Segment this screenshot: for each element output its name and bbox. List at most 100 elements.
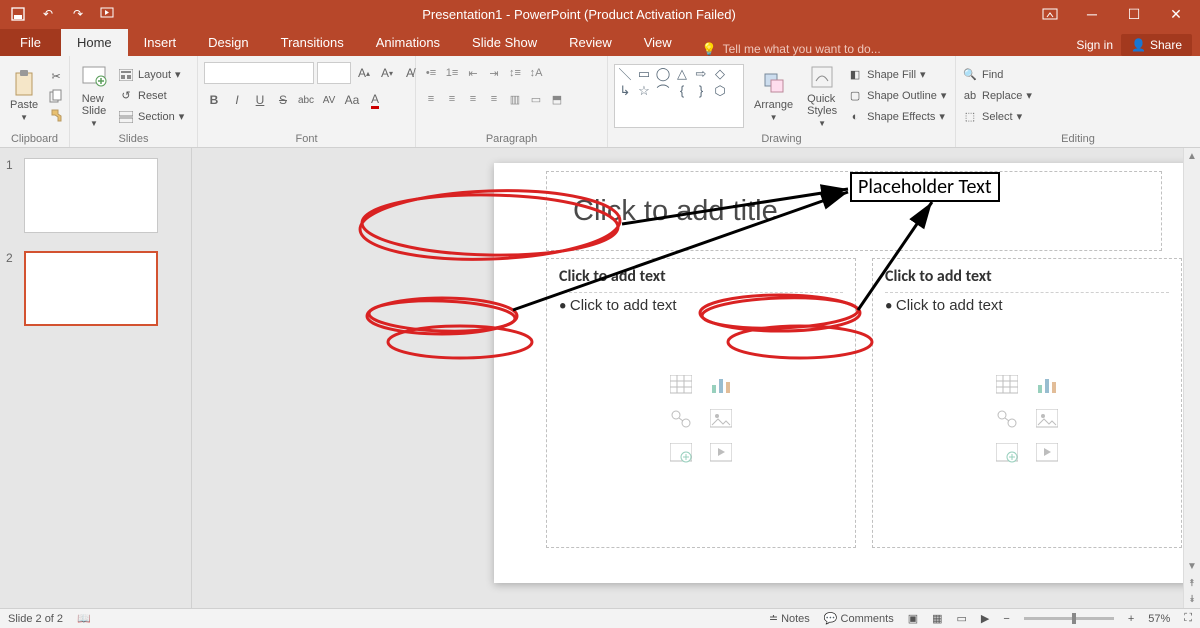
justify-icon[interactable]: ≡ bbox=[485, 90, 503, 108]
tab-view[interactable]: View bbox=[628, 29, 688, 56]
insert-picture-icon[interactable] bbox=[710, 409, 732, 429]
zoom-out-button[interactable]: − bbox=[1003, 613, 1009, 625]
thumb-preview[interactable] bbox=[24, 158, 158, 233]
tab-review[interactable]: Review bbox=[553, 29, 628, 56]
insert-online-picture-icon[interactable] bbox=[996, 443, 1018, 463]
undo-icon[interactable]: ↶ bbox=[38, 4, 58, 24]
redo-icon[interactable]: ↷ bbox=[68, 4, 88, 24]
increase-font-icon[interactable]: A▴ bbox=[354, 63, 374, 83]
scroll-up-icon[interactable]: ▲ bbox=[1184, 148, 1200, 165]
shape-effects-button[interactable]: ◐Shape Effects ▾ bbox=[847, 108, 946, 126]
slide[interactable]: Click to add title Click to add text • C… bbox=[494, 163, 1200, 583]
scroll-track[interactable] bbox=[1184, 165, 1200, 558]
slide-indicator[interactable]: Slide 2 of 2 bbox=[8, 613, 63, 625]
content-placeholder-right[interactable]: Click to add text • Click to add text bbox=[872, 258, 1182, 548]
content-placeholder-left[interactable]: Click to add text • Click to add text bbox=[546, 258, 856, 548]
normal-view-icon[interactable]: ▣ bbox=[908, 612, 918, 625]
insert-table-icon[interactable] bbox=[996, 375, 1018, 395]
save-icon[interactable] bbox=[8, 4, 28, 24]
insert-video-icon[interactable] bbox=[1036, 443, 1058, 463]
insert-video-icon[interactable] bbox=[710, 443, 732, 463]
insert-chart-icon[interactable] bbox=[710, 375, 732, 395]
slide-sorter-view-icon[interactable]: ▦ bbox=[932, 612, 942, 625]
decrease-font-icon[interactable]: A▾ bbox=[377, 63, 397, 83]
next-slide-icon[interactable]: ⯯ bbox=[1184, 591, 1200, 608]
scroll-down-icon[interactable]: ▼ bbox=[1184, 558, 1200, 575]
tab-transitions[interactable]: Transitions bbox=[265, 29, 360, 56]
layout-button[interactable]: Layout ▾ bbox=[118, 66, 184, 84]
tab-home[interactable]: Home bbox=[61, 29, 128, 56]
section-button[interactable]: Section ▾ bbox=[118, 108, 184, 126]
align-center-icon[interactable]: ≡ bbox=[443, 90, 461, 108]
start-from-beginning-icon[interactable] bbox=[98, 4, 118, 24]
copy-icon[interactable] bbox=[48, 88, 64, 104]
maximize-button[interactable]: ☐ bbox=[1116, 1, 1152, 27]
slideshow-view-icon[interactable]: ▶ bbox=[981, 612, 989, 625]
insert-table-icon[interactable] bbox=[670, 375, 692, 395]
insert-chart-icon[interactable] bbox=[1036, 375, 1058, 395]
tab-animations[interactable]: Animations bbox=[360, 29, 456, 56]
align-text-icon[interactable]: ▭ bbox=[527, 90, 545, 108]
thumbnail-2[interactable]: 2 bbox=[6, 251, 185, 326]
share-button[interactable]: 👤Share bbox=[1121, 34, 1192, 56]
tab-design[interactable]: Design bbox=[192, 29, 264, 56]
close-button[interactable]: ✕ bbox=[1158, 1, 1194, 27]
sign-in-link[interactable]: Sign in bbox=[1076, 38, 1113, 52]
font-size-combo[interactable] bbox=[317, 62, 351, 84]
zoom-level[interactable]: 57% bbox=[1148, 613, 1170, 625]
change-case-icon[interactable]: Aa bbox=[342, 90, 362, 110]
numbering-icon[interactable]: 1≡ bbox=[443, 64, 461, 82]
underline-button[interactable]: U bbox=[250, 90, 270, 110]
decrease-indent-icon[interactable]: ⇤ bbox=[464, 64, 482, 82]
bullets-icon[interactable]: •≡ bbox=[422, 64, 440, 82]
insert-smartart-icon[interactable] bbox=[996, 409, 1018, 429]
shadow-button[interactable]: abc bbox=[296, 90, 316, 110]
format-painter-icon[interactable] bbox=[48, 107, 64, 123]
spellcheck-icon[interactable]: 📖 bbox=[77, 612, 91, 625]
strikethrough-button[interactable]: S bbox=[273, 90, 293, 110]
shapes-gallery[interactable]: ＼ ▭ ◯ △ ⇨ ◇ ↳ ☆ ⌒ { } ⬡ bbox=[614, 64, 744, 128]
ribbon-display-icon[interactable] bbox=[1032, 1, 1068, 27]
reset-button[interactable]: ↺Reset bbox=[118, 87, 184, 105]
replace-button[interactable]: abReplace ▾ bbox=[962, 87, 1032, 105]
insert-smartart-icon[interactable] bbox=[670, 409, 692, 429]
insert-online-picture-icon[interactable] bbox=[670, 443, 692, 463]
align-left-icon[interactable]: ≡ bbox=[422, 90, 440, 108]
columns-icon[interactable]: ▥ bbox=[506, 90, 524, 108]
find-button[interactable]: 🔍Find bbox=[962, 66, 1032, 84]
text-direction-icon[interactable]: ↕A bbox=[527, 64, 545, 82]
zoom-in-button[interactable]: + bbox=[1128, 613, 1134, 625]
font-color-icon[interactable]: A bbox=[365, 90, 385, 110]
shape-fill-button[interactable]: ◧Shape Fill ▾ bbox=[847, 66, 946, 84]
tab-slideshow[interactable]: Slide Show bbox=[456, 29, 553, 56]
new-slide-button[interactable]: New Slide ▼ bbox=[76, 61, 112, 130]
paste-button[interactable]: Paste ▼ bbox=[6, 67, 42, 124]
thumb-preview[interactable] bbox=[24, 251, 158, 326]
increase-indent-icon[interactable]: ⇥ bbox=[485, 64, 503, 82]
minimize-button[interactable]: ─ bbox=[1074, 1, 1110, 27]
align-right-icon[interactable]: ≡ bbox=[464, 90, 482, 108]
prev-slide-icon[interactable]: ⯭ bbox=[1184, 575, 1200, 592]
tab-file[interactable]: File bbox=[0, 29, 61, 56]
cut-icon[interactable]: ✂ bbox=[48, 69, 64, 85]
italic-button[interactable]: I bbox=[227, 90, 247, 110]
bold-button[interactable]: B bbox=[204, 90, 224, 110]
select-button[interactable]: ⬚Select ▾ bbox=[962, 108, 1032, 126]
reading-view-icon[interactable]: ▭ bbox=[957, 612, 967, 625]
tell-me-search[interactable]: 💡 Tell me what you want to do... bbox=[688, 42, 1077, 56]
notes-button[interactable]: ≐ Notes bbox=[769, 612, 810, 625]
tab-insert[interactable]: Insert bbox=[128, 29, 193, 56]
character-spacing-icon[interactable]: AV bbox=[319, 90, 339, 110]
fit-to-window-icon[interactable]: ⛶ bbox=[1184, 612, 1192, 625]
vertical-scrollbar[interactable]: ▲ ▼ ⯭ ⯯ bbox=[1183, 148, 1200, 608]
zoom-slider[interactable] bbox=[1024, 617, 1114, 620]
arrange-button[interactable]: Arrange▼ bbox=[750, 67, 797, 124]
insert-picture-icon[interactable] bbox=[1036, 409, 1058, 429]
shape-outline-button[interactable]: ▢Shape Outline ▾ bbox=[847, 87, 946, 105]
quick-styles-button[interactable]: Quick Styles▼ bbox=[803, 61, 841, 130]
font-family-combo[interactable] bbox=[204, 62, 314, 84]
smartart-convert-icon[interactable]: ⬒ bbox=[548, 90, 566, 108]
line-spacing-icon[interactable]: ↕≡ bbox=[506, 64, 524, 82]
comments-button[interactable]: 💬 Comments bbox=[824, 612, 894, 625]
thumbnail-1[interactable]: 1 bbox=[6, 158, 185, 233]
